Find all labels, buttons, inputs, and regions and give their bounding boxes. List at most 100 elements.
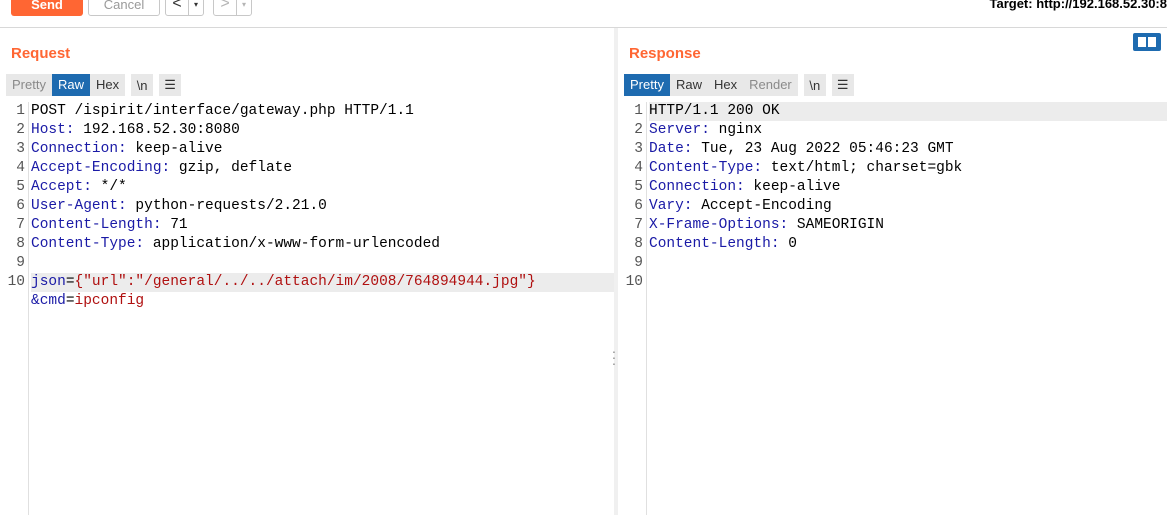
request-editor[interactable]: 1 2 3 4 5 6 7 8 9 10 POST /ispirit/inter… [0, 102, 614, 515]
forward-arrow-icon[interactable]: > [214, 0, 236, 15]
header-value: 192.168.52.30:8080 [74, 122, 240, 138]
header-key: Connection: [649, 179, 745, 195]
param-name: &cmd [31, 293, 66, 309]
header-value: Tue, 23 Aug 2022 05:46:23 GMT [692, 141, 954, 157]
header-value: keep-alive [744, 179, 841, 195]
forward-dropdown-icon[interactable]: ▾ [236, 0, 251, 15]
line-number: 2 [634, 122, 643, 138]
request-line: User-Agent: python-requests/2.21.0 [31, 197, 614, 216]
cancel-button[interactable]: Cancel [88, 0, 160, 16]
response-panel: Response Pretty Raw Hex Render \n ☰ 1 2 … [618, 28, 1167, 515]
request-body-line-wrap: &cmd=ipconfig [31, 292, 614, 311]
request-tab-hex[interactable]: Hex [90, 74, 125, 96]
header-key: Server: [649, 122, 710, 138]
line-number: 10 [625, 274, 643, 290]
response-line: X-Frame-Options: SAMEORIGIN [649, 216, 1167, 235]
line-number: 1 [16, 103, 25, 119]
more-options-icon[interactable]: · · · [611, 344, 617, 370]
response-line: Server: nginx [649, 121, 1167, 140]
forward-nav-group: > ▾ [213, 0, 252, 16]
request-line: POST /ispirit/interface/gateway.php HTTP… [31, 102, 614, 121]
header-key: User-Agent: [31, 198, 127, 214]
response-line: Content-Type: text/html; charset=gbk [649, 159, 1167, 178]
line-number: 7 [16, 217, 25, 233]
line-number: 4 [16, 160, 25, 176]
param-name: json [31, 274, 66, 290]
header-key: Content-Type: [649, 160, 763, 176]
header-value: keep-alive [126, 141, 223, 157]
back-arrow-icon[interactable]: < [166, 0, 188, 15]
response-line: Content-Length: 0 [649, 235, 1167, 254]
line-number: 9 [634, 255, 643, 271]
response-line: Date: Tue, 23 Aug 2022 05:46:23 GMT [649, 140, 1167, 159]
param-value: {"url":"/general/../../attach/im/2008/76… [74, 274, 536, 290]
response-tab-hex[interactable]: Hex [708, 74, 743, 96]
header-value: */* [91, 179, 127, 195]
request-tab-pretty[interactable]: Pretty [6, 74, 52, 96]
header-value: nginx [709, 122, 763, 138]
response-title: Response [629, 45, 701, 62]
line-number: 3 [634, 141, 643, 157]
layout-toggle-icon[interactable] [1133, 33, 1161, 51]
line-number: 7 [634, 217, 643, 233]
header-key: Vary: [649, 198, 693, 214]
top-toolbar: Send Cancel < ▾ > ▾ Target: http://192.1… [0, 0, 1167, 28]
header-key: Date: [649, 141, 693, 157]
line-number: 4 [634, 160, 643, 176]
response-tab-pretty[interactable]: Pretty [624, 74, 670, 96]
header-value: text/html; charset=gbk [762, 160, 963, 176]
line-number: 2 [16, 122, 25, 138]
header-value: gzip, deflate [170, 160, 293, 176]
request-line: Connection: keep-alive [31, 140, 614, 159]
line-number: 1 [634, 103, 643, 119]
response-gutter: 1 2 3 4 5 6 7 8 9 10 [618, 102, 647, 515]
param-equals: = [65, 274, 75, 290]
response-line: HTTP/1.1 200 OK [649, 102, 1167, 121]
request-menu-icon[interactable]: ☰ [159, 74, 182, 96]
request-body-line: json={"url":"/general/../../attach/im/20… [31, 273, 614, 292]
send-button[interactable]: Send [11, 0, 83, 16]
request-line: Accept: */* [31, 178, 614, 197]
response-menu-icon[interactable]: ☰ [831, 74, 854, 96]
header-key: Content-Type: [31, 236, 145, 252]
header-key: Host: [31, 122, 75, 138]
response-tab-raw[interactable]: Raw [670, 74, 708, 96]
line-number: 8 [16, 236, 25, 252]
request-title: Request [11, 45, 71, 62]
request-line: Content-Type: application/x-www-form-url… [31, 235, 614, 254]
target-url[interactable]: Target: http://192.168.52.30:8 [990, 0, 1167, 11]
header-key: Content-Length: [31, 217, 162, 233]
header-key: Connection: [31, 141, 127, 157]
response-editor[interactable]: 1 2 3 4 5 6 7 8 9 10 HTTP/1.1 200 OK Ser… [618, 102, 1167, 515]
header-value: python-requests/2.21.0 [126, 198, 327, 214]
line-number: 3 [16, 141, 25, 157]
response-newline-toggle[interactable]: \n [803, 74, 826, 96]
request-line: Host: 192.168.52.30:8080 [31, 121, 614, 140]
line-number: 5 [16, 179, 25, 195]
response-tab-render[interactable]: Render [743, 74, 798, 96]
request-view-tabs: Pretty Raw Hex \n ☰ [6, 74, 182, 96]
header-key: Accept-Encoding: [31, 160, 171, 176]
back-dropdown-icon[interactable]: ▾ [188, 0, 203, 15]
request-panel: Request Pretty Raw Hex \n ☰ 1 2 3 4 5 6 … [0, 28, 614, 515]
header-key: X-Frame-Options: [649, 217, 789, 233]
param-value: ipconfig [74, 293, 145, 309]
line-number: 10 [7, 274, 25, 290]
response-line: Connection: keep-alive [649, 178, 1167, 197]
header-value: SAMEORIGIN [788, 217, 884, 233]
request-gutter: 1 2 3 4 5 6 7 8 9 10 [0, 102, 29, 515]
request-line: Accept-Encoding: gzip, deflate [31, 159, 614, 178]
request-newline-toggle[interactable]: \n [131, 74, 154, 96]
response-view-tabs: Pretty Raw Hex Render \n ☰ [624, 74, 854, 96]
param-equals: = [65, 293, 75, 309]
line-number: 5 [634, 179, 643, 195]
header-value: application/x-www-form-urlencoded [144, 236, 440, 252]
back-nav-group: < ▾ [165, 0, 204, 16]
line-number: 9 [16, 255, 25, 271]
response-line: Vary: Accept-Encoding [649, 197, 1167, 216]
line-number: 6 [16, 198, 25, 214]
line-number: 6 [634, 198, 643, 214]
status-line: HTTP/1.1 200 OK [649, 103, 780, 119]
request-tab-raw[interactable]: Raw [51, 74, 90, 96]
header-value: Accept-Encoding [692, 198, 832, 214]
